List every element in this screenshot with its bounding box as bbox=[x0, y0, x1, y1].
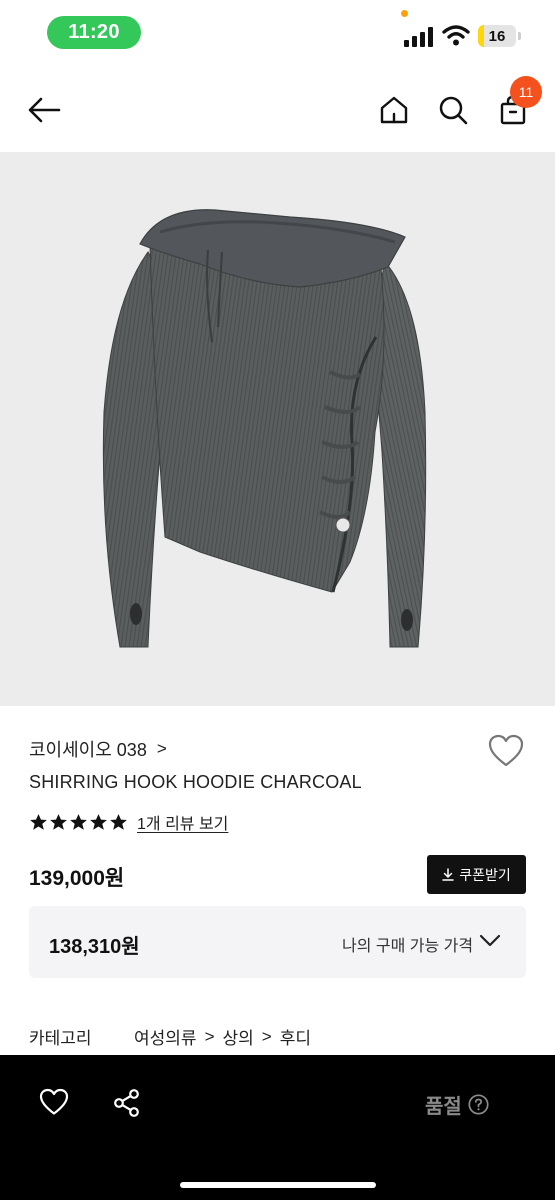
heart-icon bbox=[39, 1088, 69, 1115]
help-icon[interactable] bbox=[468, 1094, 489, 1115]
home-button[interactable] bbox=[376, 92, 412, 128]
search-icon bbox=[439, 96, 468, 125]
wishlist-button[interactable] bbox=[488, 734, 524, 768]
star-icon bbox=[110, 813, 127, 830]
bottom-action-bar: 품절 bbox=[0, 1055, 555, 1200]
back-button[interactable] bbox=[26, 92, 62, 128]
heart-outline-icon bbox=[488, 734, 524, 767]
category-crumb-2[interactable]: 상의 bbox=[223, 1024, 254, 1049]
status-bar: 11:20 16 bbox=[0, 0, 555, 64]
chevron-down-icon bbox=[479, 934, 501, 947]
like-button[interactable] bbox=[39, 1088, 69, 1118]
search-button[interactable] bbox=[435, 92, 471, 128]
brand-name: 코이세이오 038 bbox=[29, 740, 147, 760]
product-name: SHIRRING HOOK HOODIE CHARCOAL bbox=[29, 772, 362, 792]
crumb-separator: > bbox=[204, 1026, 215, 1046]
category-crumb-3[interactable]: 후디 bbox=[280, 1024, 311, 1049]
privacy-indicator-dot bbox=[401, 10, 408, 17]
hoodie-image bbox=[102, 209, 427, 648]
share-button[interactable] bbox=[112, 1088, 142, 1118]
star-icon bbox=[30, 813, 47, 830]
product-price: 139,000원 bbox=[29, 867, 125, 890]
battery-indicator: 16 bbox=[478, 25, 516, 47]
home-icon bbox=[380, 96, 408, 124]
coupon-button[interactable]: 쿠폰받기 bbox=[427, 855, 526, 894]
top-nav-bar bbox=[0, 76, 555, 144]
rating-row: 1개 리뷰 보기 bbox=[29, 810, 228, 834]
brand-link[interactable]: 코이세이오 038 > bbox=[29, 736, 167, 762]
my-price-value: 138,310원 bbox=[49, 936, 140, 958]
wifi-icon bbox=[442, 25, 470, 46]
my-price-panel[interactable]: 138,310원 나의 구매 가능 가격 bbox=[29, 906, 526, 978]
back-arrow-icon bbox=[28, 97, 61, 123]
coupon-button-label: 쿠폰받기 bbox=[459, 866, 511, 883]
brand-arrow: > bbox=[156, 739, 167, 758]
share-icon bbox=[114, 1089, 139, 1117]
sold-out-status[interactable]: 품절 bbox=[425, 1090, 489, 1119]
crumb-separator: > bbox=[261, 1026, 272, 1046]
category-row: 카테고리 여성의류 > 상의 > 후디 bbox=[29, 1024, 311, 1049]
star-icon bbox=[70, 813, 87, 830]
download-icon bbox=[442, 868, 454, 881]
star-icon bbox=[50, 813, 67, 830]
category-crumb-1[interactable]: 여성의류 bbox=[134, 1024, 197, 1049]
sold-out-label: 품절 bbox=[425, 1096, 462, 1118]
battery-tip bbox=[518, 32, 521, 40]
my-price-label: 나의 구매 가능 가격 bbox=[342, 938, 474, 955]
status-time: 11:20 bbox=[47, 16, 141, 49]
rating-stars bbox=[29, 813, 128, 832]
home-indicator bbox=[180, 1182, 376, 1188]
battery-level: 16 bbox=[488, 27, 506, 45]
signal-icon bbox=[404, 27, 433, 47]
cart-count-badge: 11 bbox=[510, 76, 542, 108]
category-label: 카테고리 bbox=[29, 1029, 92, 1048]
review-link[interactable]: 1개 리뷰 보기 bbox=[137, 810, 228, 834]
star-icon bbox=[90, 813, 107, 830]
product-image[interactable] bbox=[0, 152, 555, 706]
